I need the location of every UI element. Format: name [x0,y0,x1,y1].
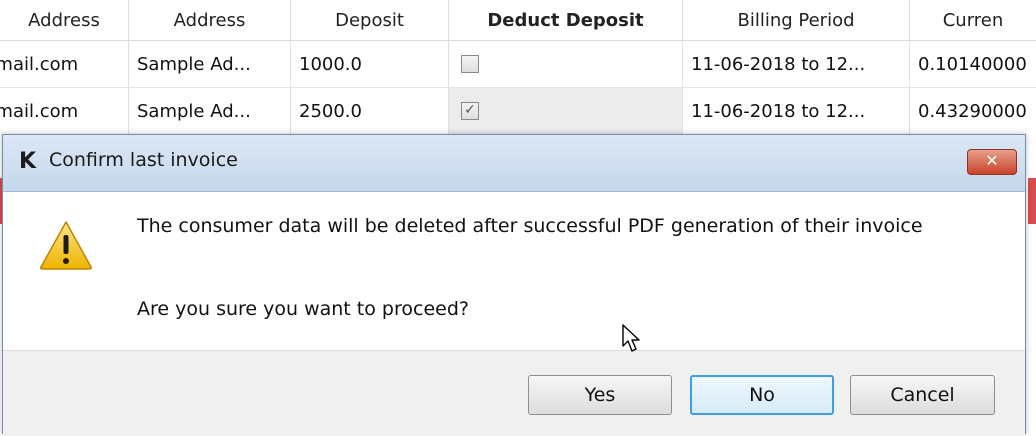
deduct-deposit-checkbox[interactable] [461,55,479,73]
dialog-question: Are you sure you want to proceed? [137,298,469,320]
dialog-content: The consumer data will be deleted after … [3,192,1025,350]
column-header-deposit[interactable]: Deposit [291,0,449,40]
column-header-billing-period[interactable]: Billing Period [683,0,910,40]
deduct-deposit-checkbox[interactable]: ✓ [461,102,479,120]
table-header: Address Address Deposit Deduct Deposit B… [0,0,1036,41]
cell-current: 0.43290000 [918,100,1027,122]
close-button[interactable]: ✕ [967,149,1017,175]
dialog-titlebar[interactable]: K Confirm last invoice ✕ [3,135,1025,192]
column-header-address-2[interactable]: Address [129,0,291,40]
row-highlight-right [1028,178,1036,224]
table-row[interactable]: gmail.com Sample Ad... 1000.0 11-06-2018… [0,41,1036,88]
cell-address: Sample Ad... [129,88,291,134]
cell-email: gmail.com [0,88,129,134]
column-header-address-1[interactable]: Address [0,0,129,40]
dialog-title: Confirm last invoice [49,149,238,171]
dialog-button-bar: Yes No Cancel [3,350,1025,436]
cell-address: Sample Ad... [129,41,291,87]
no-button[interactable]: No [690,375,834,415]
mouse-cursor-icon [622,324,640,352]
dialog-message: The consumer data will be deleted after … [137,215,923,237]
cell-billing-period: 11-06-2018 to 12... [683,41,910,87]
yes-button[interactable]: Yes [528,375,672,415]
cell-deduct-deposit: ✓ [449,88,683,134]
close-icon: ✕ [985,151,999,170]
app-logo-icon: K [19,149,37,174]
column-header-deduct-deposit[interactable]: Deduct Deposit [449,0,683,40]
cell-deposit: 2500.0 [291,88,449,134]
confirm-dialog: K Confirm last invoice ✕ The consumer da… [2,134,1026,436]
cancel-button[interactable]: Cancel [850,375,995,415]
cell-current: 0.10140000 [918,53,1027,75]
cell-deposit: 1000.0 [291,41,449,87]
table-row[interactable]: gmail.com Sample Ad... 2500.0 ✓ 11-06-20… [0,88,1036,134]
warning-icon [40,221,92,270]
column-header-current[interactable]: Curren [910,0,1036,40]
cell-email: gmail.com [0,41,129,87]
cell-deduct-deposit [449,41,683,87]
cell-billing-period: 11-06-2018 to 12... [683,88,910,134]
